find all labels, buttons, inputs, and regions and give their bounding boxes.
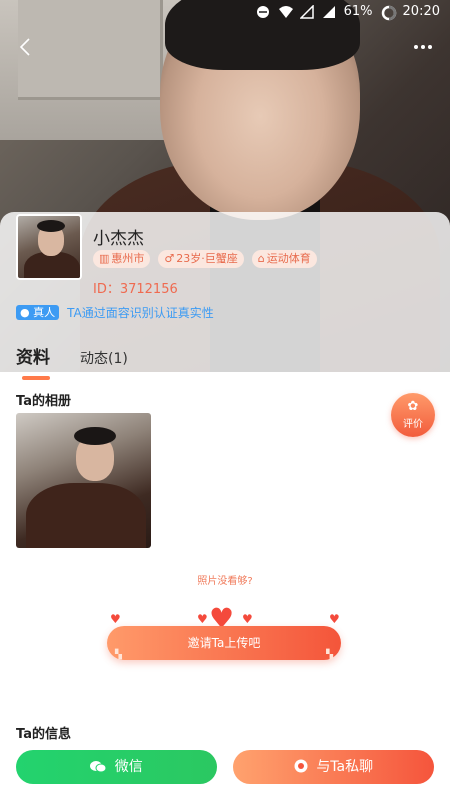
tab-profile[interactable]: 资料 (16, 343, 50, 380)
rate-button[interactable]: ✿ 评价 (391, 393, 435, 437)
wechat-icon (90, 759, 110, 775)
dnd-icon (256, 5, 270, 19)
clock-time: 20:20 (402, 4, 440, 19)
profile-name: 小杰杰 (93, 229, 144, 249)
profile-tabs: 资料 动态(1) (16, 343, 128, 380)
more-options-icon[interactable] (412, 36, 434, 64)
album-photo[interactable] (16, 413, 151, 548)
verified-text: TA通过面容识别认证真实性 (67, 306, 214, 320)
signal-empty-icon (298, 3, 314, 19)
info-title: Ta的信息 (16, 727, 71, 742)
wifi-icon (278, 5, 293, 19)
signal-icon (322, 5, 336, 19)
male-icon: ♂ (164, 252, 175, 265)
pixel-decoration-icon: ▚ (115, 650, 122, 660)
private-chat-button[interactable]: 与Ta私聊 (233, 750, 434, 784)
person-icon: ● (20, 306, 30, 319)
briefcase-icon: ⌂ (257, 252, 265, 265)
invite-upload-button[interactable]: ▚ 邀请Ta上传吧 ▚ (107, 626, 341, 660)
tag-occupation: ⌂ 运动体育 (251, 250, 317, 268)
profile-tags: ▥ 惠州市 ♂ 23岁·巨蟹座 ⌂ 运动体育 (93, 250, 317, 268)
building-icon: ▥ (99, 252, 110, 265)
status-bar: 61% 20:20 (0, 0, 450, 26)
wechat-button[interactable]: 微信 (16, 750, 217, 784)
battery-percent: 61% (343, 4, 373, 19)
album-title: Ta的相册 (16, 394, 71, 409)
battery-icon (381, 5, 396, 20)
thumb-icon: ✿ (407, 399, 419, 414)
heart-icon: ♥ (329, 612, 340, 626)
back-icon[interactable] (18, 36, 32, 63)
verification-row: ● 真人 TA通过面容识别认证真实性 (16, 304, 214, 321)
tag-age-zodiac: ♂ 23岁·巨蟹座 (158, 250, 244, 268)
verified-badge: ● 真人 (16, 305, 60, 320)
tag-city: ▥ 惠州市 (93, 250, 151, 268)
user-id: ID：3712156 (93, 282, 178, 297)
heart-icon: ♥ (110, 612, 121, 626)
tab-moments[interactable]: 动态(1) (80, 348, 128, 368)
heart-icon: ♥ (197, 612, 208, 626)
avatar[interactable] (16, 214, 82, 280)
pixel-decoration-icon: ▚ (326, 650, 333, 660)
heart-icon: ♥ (242, 612, 253, 626)
photos-not-enough-text: 照片没看够? (197, 576, 253, 587)
chat-bubble-icon (294, 759, 312, 775)
